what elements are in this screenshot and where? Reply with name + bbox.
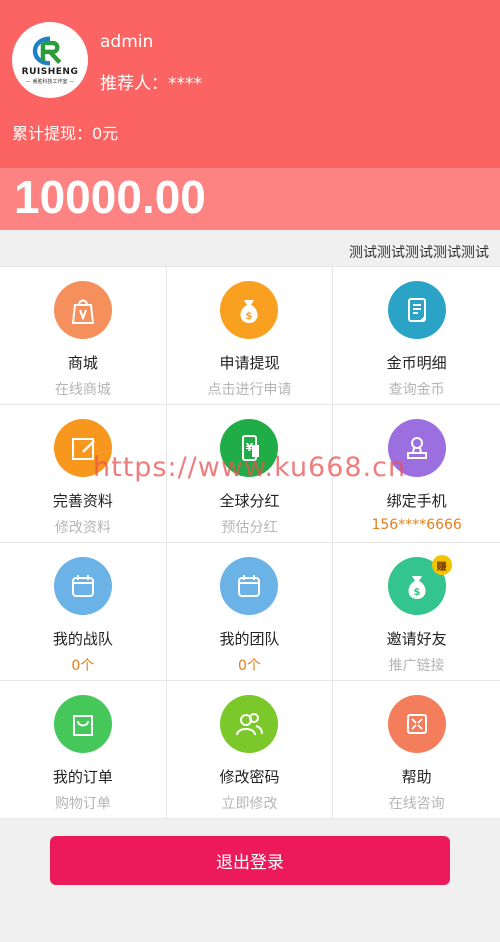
referrer-label: 推荐人：**** xyxy=(100,74,202,94)
logout-button[interactable]: 退出登录 xyxy=(50,836,450,885)
brand-logo-icon xyxy=(32,35,62,66)
menu-item-subtitle: 立即修改 xyxy=(221,796,278,812)
menu-item[interactable]: $ 申请提现点击进行申请 xyxy=(166,267,334,405)
menu-item[interactable]: 修改密码 立即修改 xyxy=(166,681,334,819)
menu-item[interactable]: 绑定手机 156****6666 xyxy=(333,405,500,543)
menu-item-title: 绑定手机 xyxy=(386,492,447,510)
earn-badge: 赚 xyxy=(431,555,452,575)
svg-text:$: $ xyxy=(246,311,253,322)
menu-item-subtitle: 推广链接 xyxy=(388,658,445,674)
menu-item-title: 商城 xyxy=(67,354,98,372)
menu-item[interactable]: 完善资料 修改资料 xyxy=(0,405,167,543)
brand-sub: — 睿胜科技工作室 — xyxy=(25,78,75,85)
notice-marquee: 测试测试测试测试测试 xyxy=(0,232,500,266)
menu-item-title: 申请提现 xyxy=(219,354,280,372)
menu-item-title: 帮助 xyxy=(401,768,432,786)
calendar-icon xyxy=(220,557,279,615)
menu-item[interactable]: 我的订单 购物订单 xyxy=(0,681,167,819)
menu-item-subtitle: 0个 xyxy=(238,658,261,674)
invite-moneybag-icon: $ 赚 xyxy=(387,555,452,615)
calendar-icon xyxy=(53,557,112,615)
menu-item[interactable]: $ 赚邀请好友 推广链接 xyxy=(333,543,500,681)
bag-icon xyxy=(53,695,112,753)
menu-item-subtitle: 预估分红 xyxy=(221,520,278,536)
svg-text:$: $ xyxy=(413,587,420,598)
document-icon xyxy=(387,281,446,339)
edit-icon xyxy=(53,419,112,477)
avatar[interactable]: RUISHENG — 睿胜科技工作室 — xyxy=(12,22,88,98)
balance-amount: 10000.00 xyxy=(14,171,206,223)
menu-item[interactable]: 金币明细 查询金币 xyxy=(333,267,500,405)
menu-item-title: 我的订单 xyxy=(52,768,113,786)
profile-header: RUISHENG — 睿胜科技工作室 — admin 推荐人：**** 累计提现… xyxy=(0,0,500,168)
expand-icon xyxy=(387,695,446,753)
phone-yuan-icon: ¥ xyxy=(220,419,279,477)
username: admin xyxy=(100,32,154,52)
menu-item-title: 全球分红 xyxy=(219,492,280,510)
menu-item-title: 完善资料 xyxy=(52,492,113,510)
menu-item[interactable]: 商城 在线商城 xyxy=(0,267,167,405)
brand-name: RUISHENG xyxy=(21,66,79,77)
menu-item-subtitle: 修改资料 xyxy=(54,520,111,536)
menu-item-title: 邀请好友 xyxy=(386,630,447,648)
menu-item-subtitle: 0个 xyxy=(71,658,95,674)
menu-item-subtitle: 点击进行申请 xyxy=(207,382,292,398)
user-stamp-icon xyxy=(387,419,446,477)
menu-item-subtitle: 156****6666 xyxy=(371,517,462,533)
total-withdraw-label: 累计提现：0元 xyxy=(12,124,119,143)
menu-grid: 商城在线商城 $ 申请提现点击进行申请 金币明细查询金币完善资料修改资料 ¥ 全球分红预估… xyxy=(0,266,500,819)
menu-item-title: 金币明细 xyxy=(386,354,447,372)
menu-item-subtitle: 在线商城 xyxy=(54,382,111,398)
menu-item[interactable]: 我的团队 0个 xyxy=(166,543,334,681)
menu-item-title: 修改密码 xyxy=(219,768,280,786)
notice-text: 测试测试测试测试测试 xyxy=(349,245,489,261)
menu-item[interactable]: 帮助 在线咨询 xyxy=(333,681,500,819)
menu-item[interactable]: 我的战队 0个 xyxy=(0,543,167,681)
menu-item-title: 我的战队 xyxy=(52,630,113,648)
menu-item-title: 我的团队 xyxy=(219,630,280,648)
shopping-bag-icon xyxy=(53,281,112,339)
menu-item-subtitle: 查询金币 xyxy=(388,382,445,398)
money-bag-icon: $ xyxy=(220,281,279,339)
menu-item-subtitle: 购物订单 xyxy=(54,796,111,812)
menu-item-subtitle: 在线咨询 xyxy=(388,796,445,812)
menu-item[interactable]: ¥ 全球分红预估分红 xyxy=(166,405,334,543)
users-icon xyxy=(220,695,279,753)
